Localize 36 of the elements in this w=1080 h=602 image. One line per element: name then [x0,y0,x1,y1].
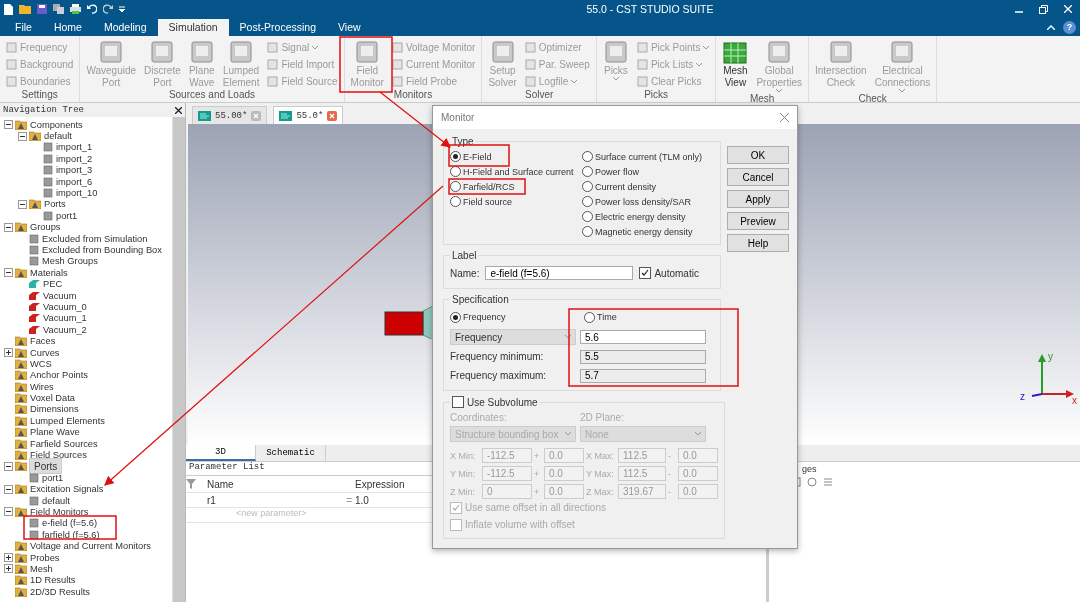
label-group: Label Name: e-field (f=5.6) Automatic [443,250,721,289]
field-label: Z Max: [586,486,615,497]
dialog-title: Monitor [441,112,475,123]
minus-sign: - [668,486,672,497]
axis-label: x [1072,395,1077,406]
panel-title: Navigation Tree [3,105,84,115]
group-label: Sources and Loads [167,89,257,102]
field-label: Y Min: [450,468,477,479]
axis-label: y [1048,352,1053,362]
group-label: Solver [524,89,555,102]
group-label: Picks [643,89,670,102]
field-label: X Max: [586,450,615,461]
plus-sign: + [534,486,541,497]
plus-sign: + [534,450,541,461]
group-label: Mesh [748,93,776,104]
plus-sign: + [534,468,541,479]
field-label: 2D Plane: [580,411,624,423]
field-label: Coordinates: [450,411,508,423]
axis-label: z [1020,391,1025,402]
table-cell-text: 1.0 [355,494,370,506]
minus-sign: - [668,450,672,461]
group-label: Monitors [392,89,434,102]
window-title: 55.0 - CST STUDIO SUITE [585,3,715,15]
table-cell-text: r1 [207,494,217,506]
field-label: X Min: [450,450,477,461]
minus-sign: - [668,468,672,479]
field-label: Z Min: [450,486,476,497]
field-label: Name: [450,267,480,279]
field-label: Frequency maximum: [450,370,548,381]
equals-sign: = [345,494,352,506]
group-label: Settings [20,89,59,102]
field-label: Frequency minimum: [450,351,545,362]
panel-title: ges [801,463,818,475]
group-label: Check [857,93,888,104]
specification-group: Specification Frequency Time Frequency 5.6 Frequency minimum: 5.5 Frequency maximum: 5.7 [443,294,721,391]
field-label: Y Max: [586,468,615,479]
